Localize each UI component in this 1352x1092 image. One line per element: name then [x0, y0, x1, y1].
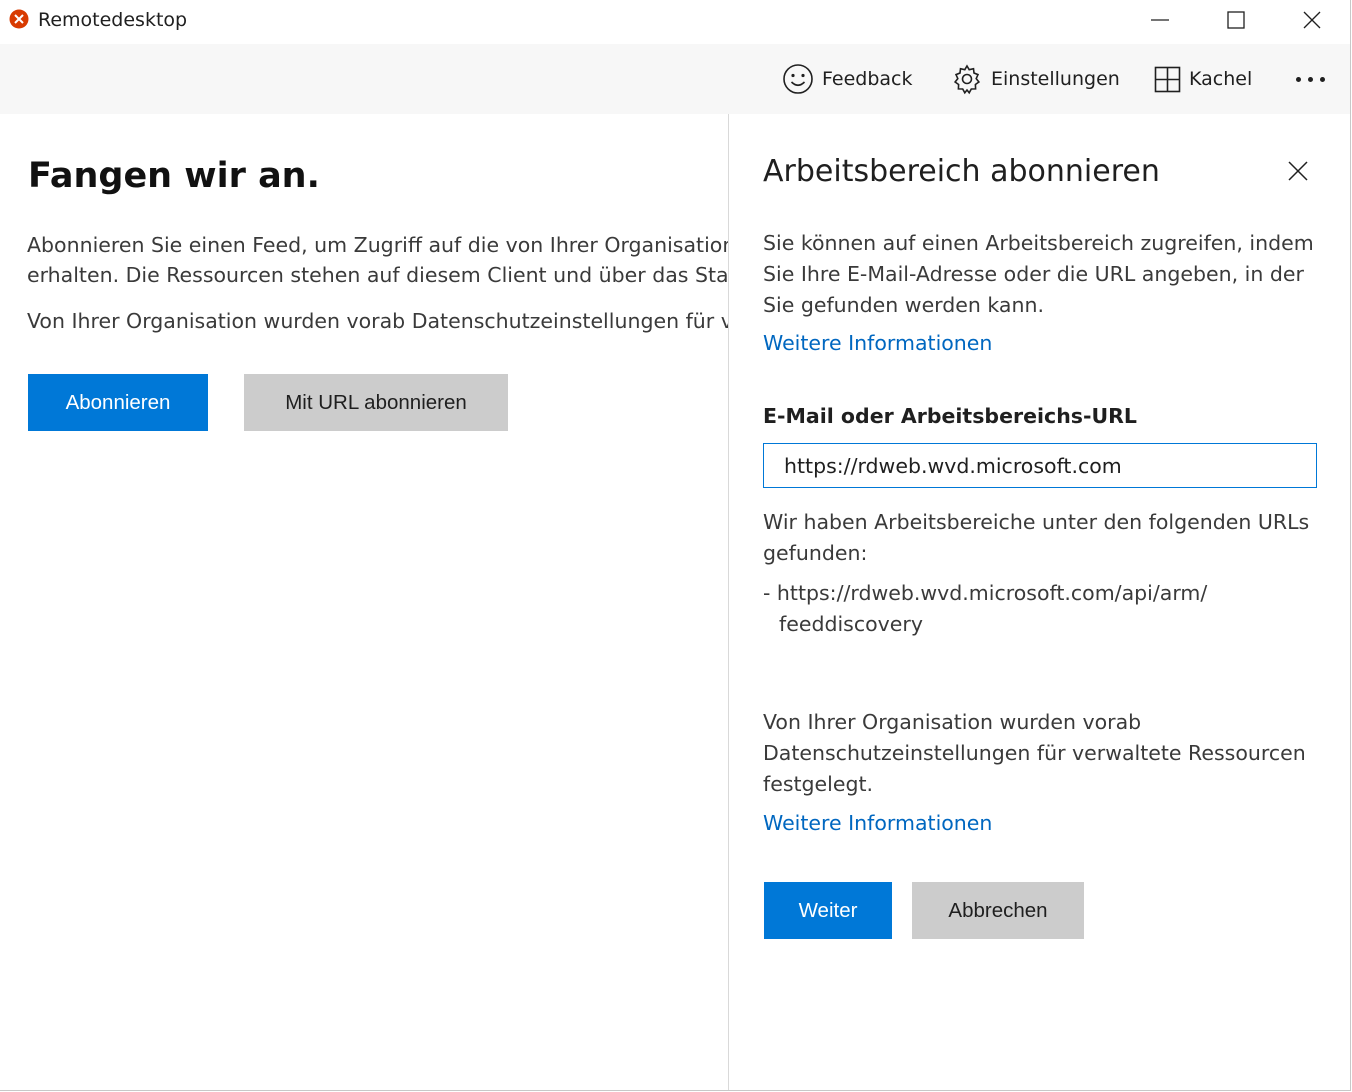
- maximize-button[interactable]: [1198, 0, 1274, 40]
- pane-description-line-1: Sie können auf einen Arbeitsbereich zugr…: [763, 231, 1314, 255]
- feedback-button[interactable]: Feedback: [782, 44, 912, 114]
- smiley-icon: [783, 64, 813, 94]
- more-options-button[interactable]: [1290, 44, 1330, 114]
- pane-privacy-line-2: Datenschutzeinstellungen für verwaltete …: [763, 741, 1306, 765]
- app-window: Remotedesktop Feedback Einstellungen Kac…: [0, 0, 1351, 1091]
- settings-label: Einstellungen: [991, 68, 1120, 90]
- privacy-text: Von Ihrer Organisation wurden vorab Date…: [27, 309, 728, 333]
- main-content: Fangen wir an. Abonnieren Sie einen Feed…: [0, 114, 728, 1090]
- more-info-link-2[interactable]: Weitere Informationen: [763, 811, 992, 835]
- settings-button[interactable]: Einstellungen: [951, 44, 1120, 114]
- page-title: Fangen wir an.: [28, 156, 320, 196]
- subscribe-with-url-button[interactable]: Mit URL abonnieren: [244, 374, 508, 431]
- workspace-url-input[interactable]: [763, 443, 1317, 488]
- pane-privacy-line-1: Von Ihrer Organisation wurden vorab: [763, 710, 1142, 734]
- command-bar: Feedback Einstellungen Kachel: [0, 44, 1350, 114]
- close-icon: [1303, 11, 1321, 29]
- pane-close-button[interactable]: [1281, 154, 1315, 188]
- title-bar: Remotedesktop: [0, 0, 1350, 44]
- close-window-button[interactable]: [1274, 0, 1350, 40]
- subscribe-workspace-pane: Arbeitsbereich abonnieren Sie können auf…: [728, 114, 1350, 1090]
- found-workspaces-text: Wir haben Arbeitsbereiche unter den folg…: [763, 507, 1309, 569]
- subscribe-button[interactable]: Abonnieren: [28, 374, 208, 431]
- found-text-line-1: Wir haben Arbeitsbereiche unter den folg…: [763, 510, 1310, 534]
- next-button[interactable]: Weiter: [764, 882, 892, 939]
- pane-privacy-line-3: festgelegt.: [763, 772, 874, 796]
- pane-title: Arbeitsbereich abonnieren: [763, 154, 1160, 189]
- tile-view-button[interactable]: Kachel: [1154, 44, 1252, 114]
- remote-desktop-icon: [9, 9, 29, 29]
- tile-label: Kachel: [1189, 68, 1253, 90]
- cancel-button[interactable]: Abbrechen: [912, 882, 1084, 939]
- window-title: Remotedesktop: [38, 9, 188, 31]
- feedback-label: Feedback: [822, 68, 913, 90]
- intro-line-2: erhalten. Die Ressourcen stehen auf dies…: [27, 263, 728, 287]
- minimize-button[interactable]: [1122, 0, 1198, 40]
- found-url-line-1: - https://rdweb.wvd.microsoft.com/api/ar…: [763, 581, 1208, 605]
- maximize-icon: [1227, 11, 1245, 29]
- found-text-line-2: gefunden:: [763, 541, 868, 565]
- gear-icon: [953, 64, 981, 95]
- pane-description-line-3: Sie gefunden werden kann.: [763, 293, 1044, 317]
- close-icon: [1288, 161, 1308, 181]
- pane-privacy-text: Von Ihrer Organisation wurden vorab Date…: [763, 707, 1306, 800]
- found-url-item: - https://rdweb.wvd.microsoft.com/api/ar…: [763, 578, 1207, 640]
- more-info-link[interactable]: Weitere Informationen: [763, 331, 992, 355]
- pane-description-line-2: Sie Ihre E-Mail-Adresse oder die URL ang…: [763, 262, 1304, 286]
- minimize-icon: [1151, 19, 1169, 21]
- workspace-url-label: E-Mail oder Arbeitsbereichs-URL: [763, 404, 1137, 428]
- tile-grid-icon: [1154, 66, 1181, 92]
- pane-description: Sie können auf einen Arbeitsbereich zugr…: [763, 228, 1314, 321]
- intro-text: Abonnieren Sie einen Feed, um Zugriff au…: [27, 230, 728, 290]
- more-dots-icon: [1292, 76, 1328, 82]
- intro-line-1: Abonnieren Sie einen Feed, um Zugriff au…: [27, 233, 728, 257]
- found-url-line-2: feeddiscovery: [779, 612, 923, 636]
